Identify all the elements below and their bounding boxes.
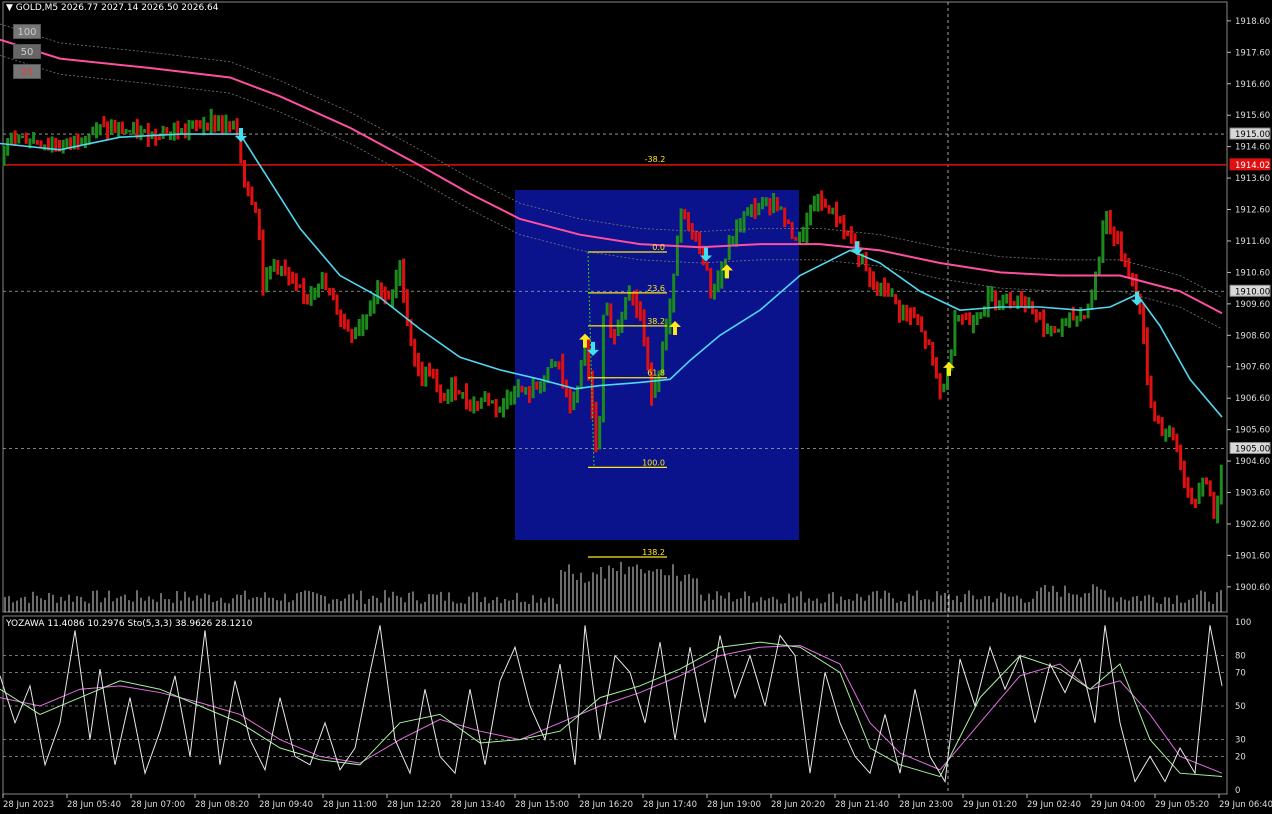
price-tick-label: 1911.60 (1235, 237, 1270, 247)
price-tag-label: 1905.00 (1235, 444, 1270, 454)
time-tick-label: 28 Jun 12:20 (387, 800, 441, 810)
price-tick-label: 1902.60 (1235, 520, 1270, 530)
period-button-100[interactable]: 100 (13, 24, 41, 39)
time-tick-label: 28 Jun 2023 (3, 800, 54, 810)
time-tick-label: 29 Jun 04:00 (1091, 800, 1145, 810)
oscillator-fast-line (0, 625, 1223, 784)
price-tick-label: 1914.60 (1235, 143, 1270, 153)
price-tick-label: 1915.60 (1235, 111, 1270, 121)
time-tick-label: 28 Jun 15:00 (515, 800, 569, 810)
oscillator-tick-label: 20 (1235, 752, 1246, 762)
oscillator-tick-label: 70 (1235, 668, 1246, 678)
price-tag-label: 1910.00 (1235, 287, 1270, 297)
time-tick-label: 28 Jun 09:40 (259, 800, 313, 810)
fibonacci-level-label: 23.6 (647, 284, 665, 293)
symbol-label: GOLD,M5 (15, 3, 59, 13)
arrow-up-icon (943, 361, 955, 376)
time-tick-label: 28 Jun 20:20 (771, 800, 825, 810)
time-tick-label: 28 Jun 08:20 (195, 800, 249, 810)
price-tick-label: 1901.60 (1235, 551, 1270, 561)
price-tick-label: 1917.60 (1235, 48, 1270, 58)
period-button-25[interactable]: 25 (13, 64, 41, 79)
price-tag-label: 1915.00 (1235, 130, 1270, 140)
time-tick-label: 28 Jun 17:40 (643, 800, 697, 810)
chart-canvas[interactable]: -38.2 0.0 23.6 38.2 61.8 100.0 138.2 1918.60 191… (0, 0, 1272, 814)
price-tick-label: 1918.60 (1235, 17, 1270, 27)
oscillator-frame (2, 615, 1228, 795)
price-tick-label: 1916.60 (1235, 80, 1270, 90)
price-tag-label: 1914.02 (1235, 161, 1270, 171)
time-tick-label: 28 Jun 19:00 (707, 800, 761, 810)
time-tick-label: 29 Jun 06:40 (1219, 800, 1272, 810)
period-button-50[interactable]: 50 (13, 44, 41, 59)
chart-header: ▼ GOLD,M5 2026.77 2027.14 2026.50 2026.6… (6, 3, 218, 13)
time-tick-label: 29 Jun 02:40 (1027, 800, 1081, 810)
price-tick-label: 1910.60 (1235, 268, 1270, 278)
oscillator-tick-label: 50 (1235, 702, 1246, 712)
time-tick-label: 29 Jun 05:20 (1155, 800, 1209, 810)
time-tick-label: 28 Jun 07:00 (131, 800, 185, 810)
fibonacci-level-label: 138.2 (642, 548, 665, 557)
time-tick-label: 28 Jun 21:40 (835, 800, 889, 810)
time-tick-label: 28 Jun 05:40 (67, 800, 121, 810)
fibonacci-level-label: 100.0 (642, 458, 665, 467)
price-tick-label: 1903.60 (1235, 489, 1270, 499)
price-tick-label: 1908.60 (1235, 331, 1270, 341)
price-tick-label: 1907.60 (1235, 363, 1270, 373)
oscillator-tick-label: 30 (1235, 736, 1246, 746)
oscillator-tick-label: 100 (1235, 618, 1251, 628)
time-tick-label: 28 Jun 13:40 (451, 800, 505, 810)
fibonacci-level-label: 0.0 (652, 243, 665, 252)
price-tick-label: 1906.60 (1235, 394, 1270, 404)
indicator-header: YOZAWA 11.4086 10.2976 Sto(5,3,3) 38.962… (6, 619, 253, 629)
time-tick-label: 28 Jun 11:00 (323, 800, 377, 810)
ohlc-values: 2026.77 2027.14 2026.50 2026.64 (61, 3, 219, 13)
price-tick-label: 1900.60 (1235, 583, 1270, 593)
hline-label: -38.2 (645, 155, 666, 164)
oscillator-tick-label: 80 (1235, 652, 1246, 662)
price-tick-label: 1904.60 (1235, 457, 1270, 467)
time-tick-label: 28 Jun 16:20 (579, 800, 633, 810)
dropdown-triangle-icon[interactable]: ▼ (6, 3, 13, 13)
fibonacci-level-label: 38.2 (647, 317, 665, 326)
price-tick-label: 1905.60 (1235, 426, 1270, 436)
price-tick-label: 1913.60 (1235, 174, 1270, 184)
oscillator-tick-label: 0 (1235, 786, 1240, 796)
price-tick-label: 1912.60 (1235, 206, 1270, 216)
fibonacci-level-label: 61.8 (647, 369, 665, 378)
price-tick-label: 1909.60 (1235, 300, 1270, 310)
time-tick-label: 29 Jun 01:20 (963, 800, 1017, 810)
time-tick-label: 28 Jun 23:00 (899, 800, 953, 810)
